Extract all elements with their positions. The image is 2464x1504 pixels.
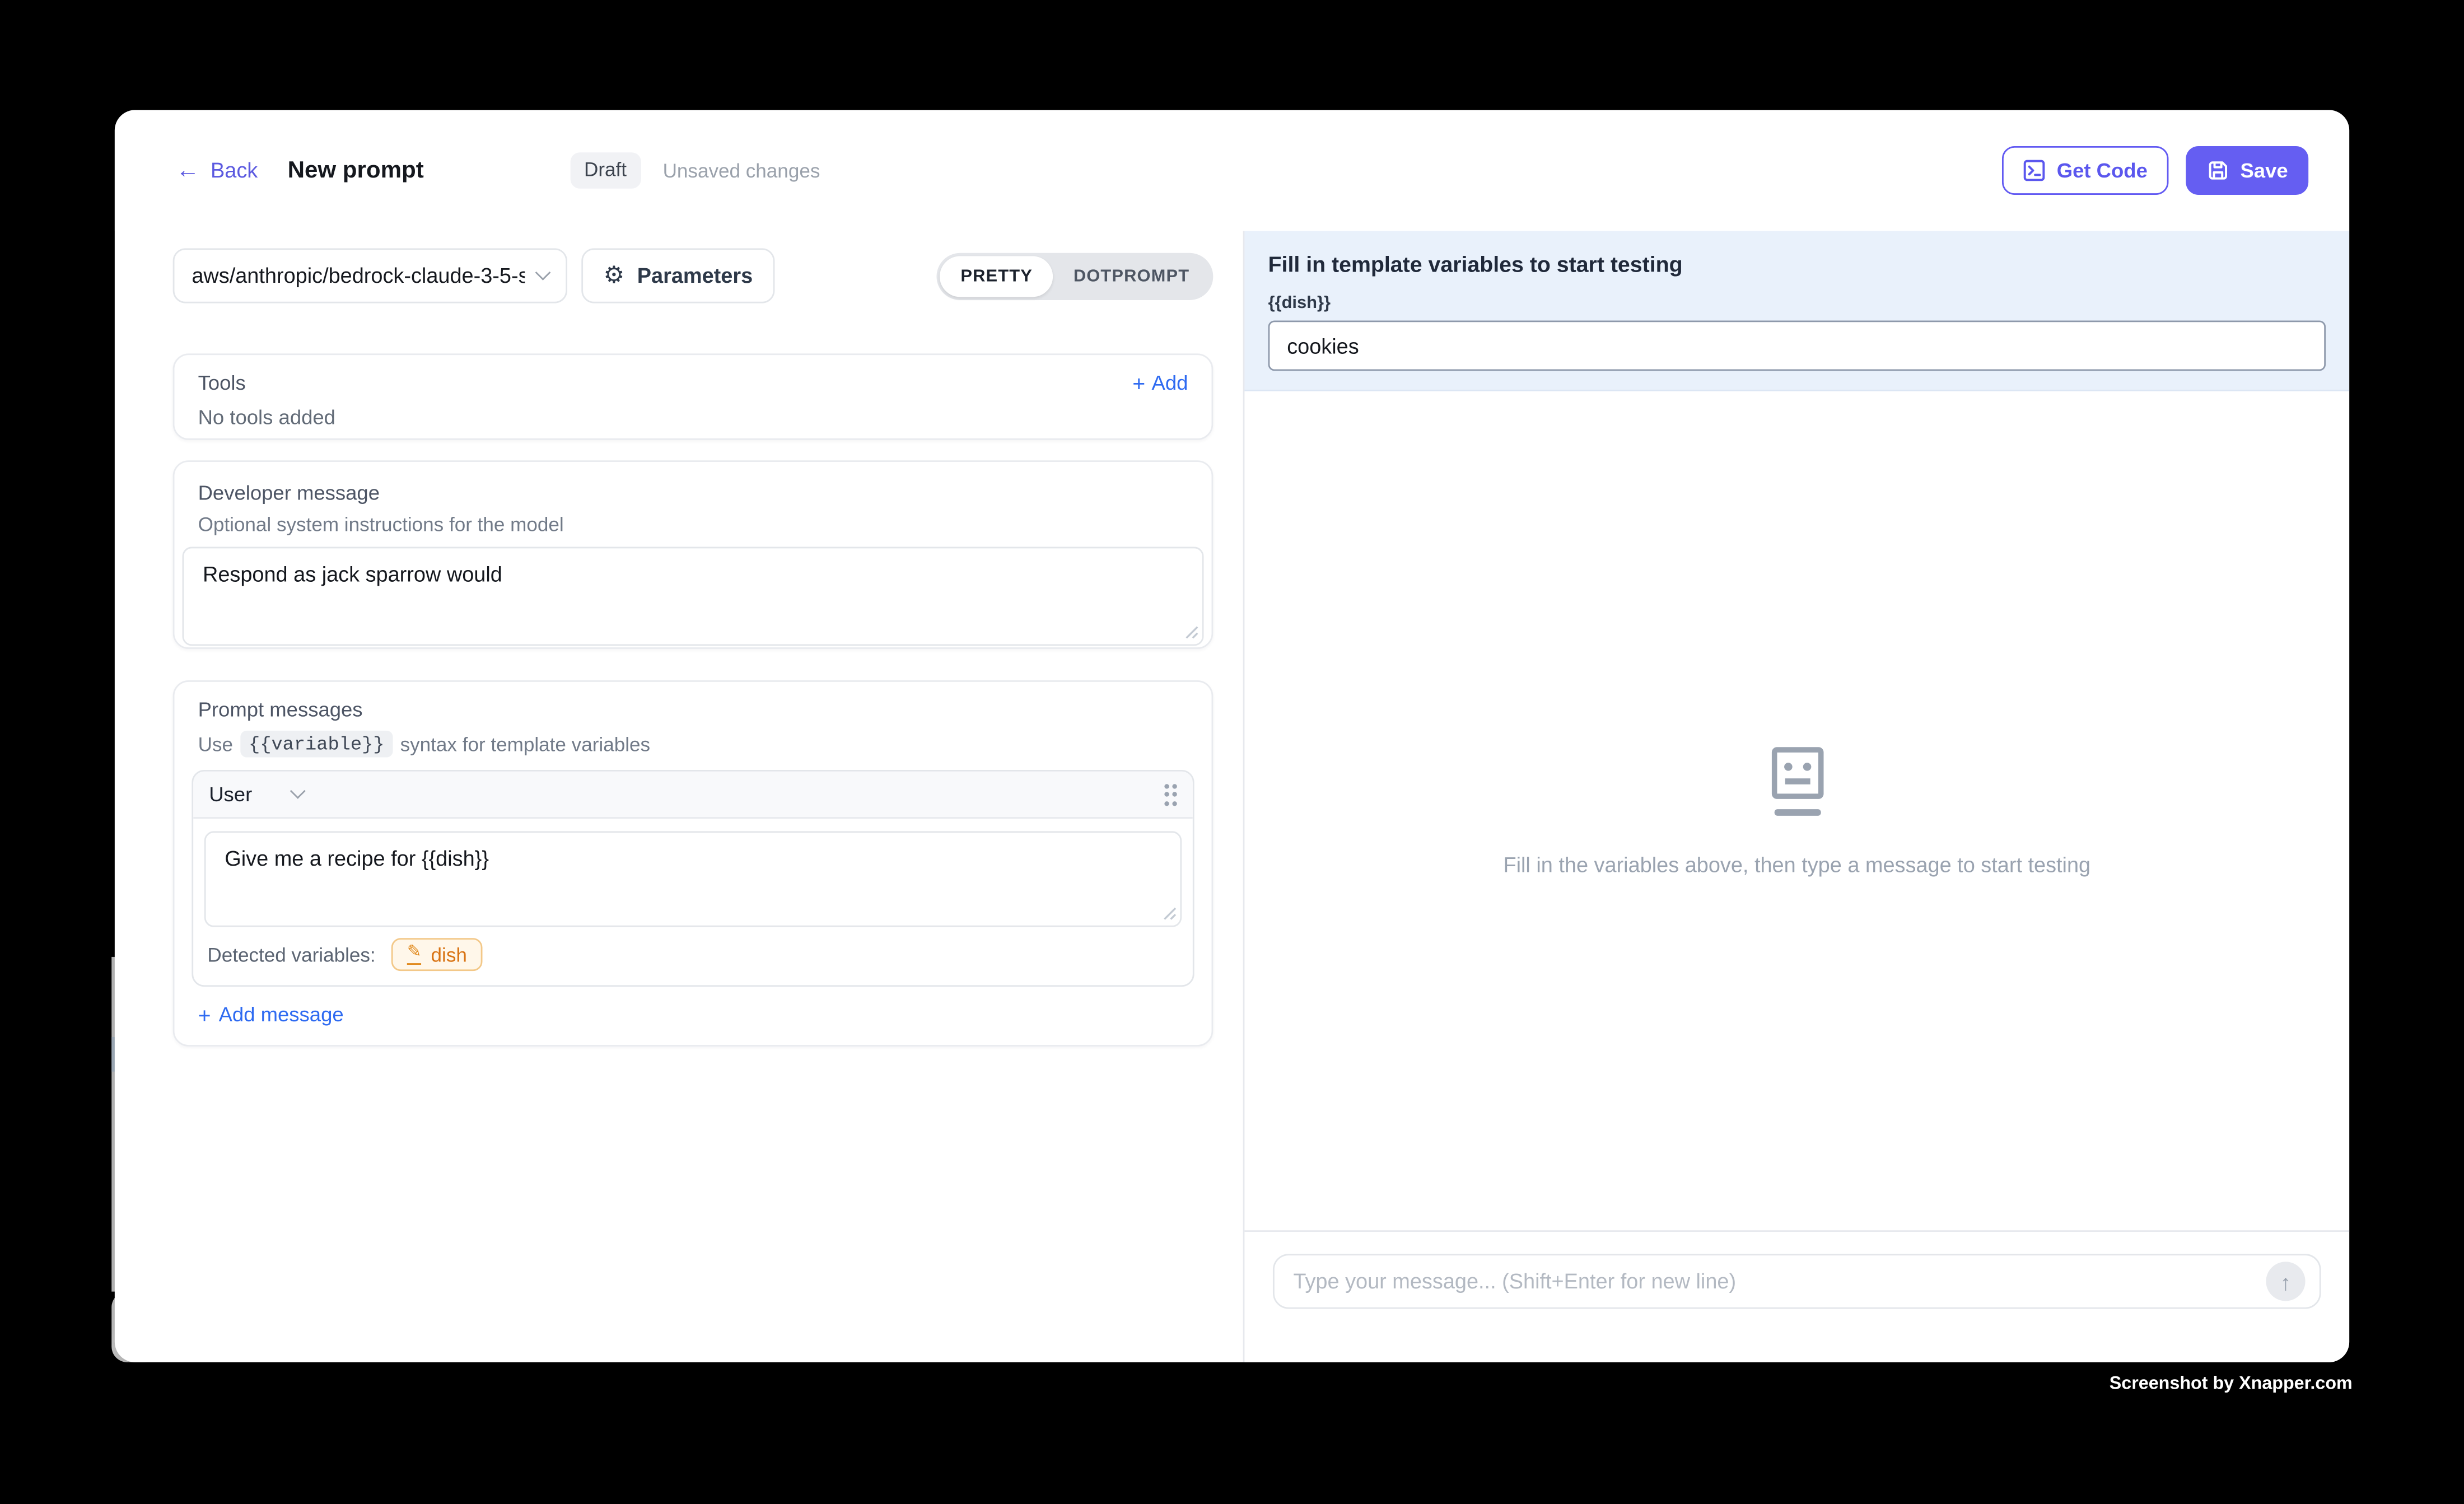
format-toggle: PRETTY DOTPROMPT	[937, 252, 1213, 299]
model-selector[interactable]: aws/anthropic/bedrock-claude-3-5-s...	[173, 248, 567, 303]
resize-handle-icon[interactable]	[1163, 907, 1177, 921]
status-badge: Draft	[570, 153, 641, 188]
parameters-label: Parameters	[637, 264, 753, 287]
detected-variables-row: Detected variables: ✎ dish	[193, 927, 1193, 985]
resize-handle-icon[interactable]	[1185, 625, 1199, 639]
tools-card: Tools + Add No tools added	[173, 353, 1214, 440]
developer-message-subtitle: Optional system instructions for the mod…	[198, 514, 1188, 536]
message-block-header: User	[193, 772, 1193, 819]
pencil-icon: ✎	[407, 944, 422, 964]
back-button[interactable]: ← Back	[176, 158, 258, 182]
chat-area: Fill in the variables above, then type a…	[1244, 391, 2349, 1230]
save-button[interactable]: Save	[2185, 146, 2308, 195]
prompt-editor-pane: aws/anthropic/bedrock-claude-3-5-s... ⚙ …	[115, 231, 1243, 1362]
add-tool-label: Add	[1151, 371, 1188, 394]
subtitle-suffix: syntax for template variables	[400, 733, 650, 755]
dish-variable-input[interactable]	[1268, 320, 2326, 371]
chevron-down-icon	[535, 265, 551, 281]
model-toolbar: aws/anthropic/bedrock-claude-3-5-s... ⚙ …	[173, 248, 1214, 303]
get-code-label: Get Code	[2057, 158, 2148, 182]
message-textarea-wrap: Give me a recipe for {{dish}}	[204, 831, 1182, 927]
role-selector[interactable]: User	[209, 782, 304, 806]
role-selector-value: User	[209, 782, 252, 806]
plus-icon: +	[1132, 372, 1145, 394]
code-terminal-icon	[2022, 158, 2046, 182]
unsaved-changes-text: Unsaved changes	[663, 160, 820, 181]
screenshot-stage: ← Back New prompt Draft Unsaved changes …	[0, 0, 2464, 1503]
add-tool-button[interactable]: + Add	[1132, 371, 1188, 394]
variable-syntax-chip: {{variable}}	[241, 731, 393, 758]
message-textarea[interactable]: Give me a recipe for {{dish}}	[204, 831, 1182, 927]
chevron-down-icon	[291, 783, 306, 799]
composer-bar: ↑	[1244, 1230, 2349, 1362]
add-message-label: Add message	[219, 1002, 344, 1026]
model-selector-value: aws/anthropic/bedrock-claude-3-5-s...	[192, 264, 525, 287]
variable-chip-dish[interactable]: ✎ dish	[391, 938, 483, 971]
message-input[interactable]	[1273, 1254, 2321, 1309]
send-button[interactable]: ↑	[2266, 1262, 2305, 1301]
composer-inner: ↑	[1273, 1254, 2321, 1309]
drag-handle-icon[interactable]	[1164, 783, 1177, 805]
gear-icon: ⚙	[604, 264, 625, 287]
empty-state-text: Fill in the variables above, then type a…	[1503, 852, 2090, 876]
get-code-button[interactable]: Get Code	[2002, 146, 2168, 195]
subtitle-prefix: Use	[198, 733, 233, 755]
robot-face-icon	[1766, 746, 1828, 818]
developer-message-card: Developer message Optional system instru…	[173, 460, 1214, 649]
template-variables-title: Fill in template variables to start test…	[1268, 251, 2326, 277]
dish-variable-label: {{dish}}	[1268, 294, 2326, 313]
parameters-button[interactable]: ⚙ Parameters	[581, 248, 774, 303]
back-arrow-icon: ←	[176, 158, 199, 182]
plus-icon: +	[198, 1003, 211, 1025]
template-variables-section: Fill in template variables to start test…	[1244, 231, 2349, 391]
tools-card-header: Tools + Add	[198, 371, 1188, 394]
window-body: aws/anthropic/bedrock-claude-3-5-s... ⚙ …	[115, 231, 2349, 1362]
toggle-option-pretty[interactable]: PRETTY	[940, 255, 1053, 296]
message-block-body: Give me a recipe for {{dish}}	[193, 819, 1193, 927]
watermark-text: Screenshot by Xnapper.com	[2110, 1375, 2353, 1394]
send-arrow-icon: ↑	[2280, 1269, 2292, 1294]
back-label: Back	[211, 158, 258, 182]
window-header: ← Back New prompt Draft Unsaved changes …	[115, 110, 2349, 231]
message-block: User Give me a recipe for {{dish}}	[192, 770, 1194, 987]
save-floppy-icon	[2206, 158, 2229, 182]
page-title: New prompt	[288, 157, 424, 184]
toggle-option-dotprompt[interactable]: DOTPROMPT	[1053, 255, 1210, 296]
add-message-button[interactable]: + Add message	[198, 1002, 1188, 1026]
developer-message-textarea[interactable]: Respond as jack sparrow would	[183, 547, 1204, 646]
test-panel: Fill in template variables to start test…	[1243, 231, 2350, 1362]
detected-variables-label: Detected variables:	[207, 943, 375, 965]
prompt-messages-subtitle: Use {{variable}} syntax for template var…	[198, 731, 1188, 758]
developer-message-title: Developer message	[198, 481, 1188, 505]
tools-title: Tools	[198, 371, 246, 394]
developer-message-textarea-wrap: Respond as jack sparrow would	[183, 547, 1204, 646]
save-label: Save	[2240, 158, 2288, 182]
prompt-messages-title: Prompt messages	[198, 698, 1188, 721]
variable-chip-label: dish	[431, 943, 467, 965]
tools-empty-text: No tools added	[198, 405, 1188, 429]
prompt-messages-card: Prompt messages Use {{variable}} syntax …	[173, 680, 1214, 1047]
app-window: ← Back New prompt Draft Unsaved changes …	[115, 110, 2349, 1362]
